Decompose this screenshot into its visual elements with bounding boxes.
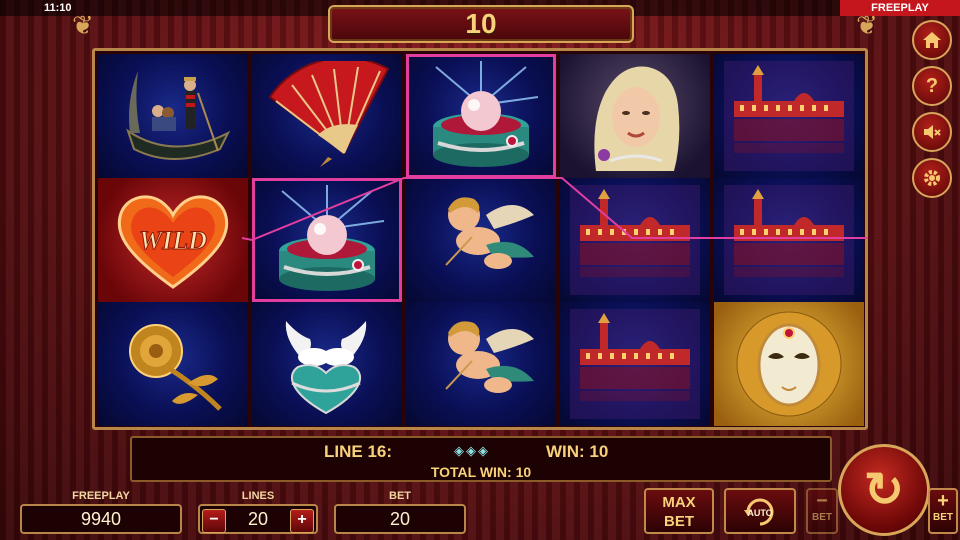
reel-cell <box>560 54 710 178</box>
reel-cell <box>714 54 864 178</box>
ornament-icon: ❦ <box>856 10 878 40</box>
golden-rose-icon <box>129 324 222 411</box>
reel-cell <box>98 54 248 178</box>
lines-control: 20 − + <box>198 504 318 534</box>
doves-box-icon <box>285 321 367 415</box>
sound-button[interactable] <box>912 112 952 152</box>
cupid-icon <box>445 197 534 269</box>
clock: 11:10 <box>44 2 72 14</box>
plus-icon: + <box>937 490 949 512</box>
bet-decrease-button[interactable]: − BET <box>806 488 838 534</box>
reel-5 <box>714 54 864 426</box>
reel-2 <box>252 54 402 426</box>
help-icon: ? <box>925 74 939 97</box>
reel-area: WILD <box>92 48 868 430</box>
reel-cell <box>252 54 402 178</box>
carnival-mask-icon <box>736 311 842 417</box>
win-info-bar: LINE 16: ◈◈◈ WIN: 10 TOTAL WIN: 10 <box>130 436 832 482</box>
autoplay-button[interactable]: AUTO <box>724 488 796 534</box>
pearl-box-icon <box>433 61 539 167</box>
reel-cell <box>714 178 864 302</box>
reel-cell <box>714 302 864 426</box>
help-button[interactable]: ? <box>912 66 952 106</box>
line-win-label: WIN: 10 <box>546 442 609 461</box>
lines-label: LINES <box>241 490 275 502</box>
pearl-box-icon <box>279 185 385 291</box>
venice-palace-icon <box>724 61 854 171</box>
max-bet-button[interactable]: MAX BET <box>644 488 714 534</box>
spin-button[interactable]: ↻ <box>838 444 930 536</box>
venice-palace-icon <box>724 185 854 295</box>
lines-minus-button[interactable]: − <box>202 509 226 533</box>
wild-text: WILD <box>139 226 207 255</box>
minus-icon: − <box>816 490 828 512</box>
home-button[interactable] <box>912 20 952 60</box>
settings-button[interactable] <box>912 158 952 198</box>
reel-cell <box>98 302 248 426</box>
reel-4 <box>560 54 710 426</box>
spin-icon: ↻ <box>863 464 905 517</box>
max-bet-label-line1: MAX <box>662 494 696 511</box>
reel-cell: WILD <box>98 178 248 302</box>
reel-cell <box>406 54 556 178</box>
reel-cell <box>406 302 556 426</box>
lady-portrait-icon <box>594 66 680 171</box>
win-display: 10 <box>328 5 634 43</box>
pearl-box-icon: ◈◈◈ <box>454 443 490 458</box>
freeplay-label: FREEPLAY <box>72 490 130 502</box>
venice-palace-icon <box>570 309 700 419</box>
gear-icon <box>924 170 940 186</box>
win-line-row: LINE 16: ◈◈◈ WIN: 10 <box>132 442 830 462</box>
reel-cell <box>406 178 556 302</box>
lines-plus-button[interactable]: + <box>290 509 314 533</box>
reel-cell <box>252 302 402 426</box>
freeplay-balance: 9940 <box>20 504 182 534</box>
reel-3 <box>406 54 556 426</box>
sound-muted-icon <box>924 125 941 139</box>
bet-decrease-label: BET <box>812 512 832 523</box>
bet-increase-label: BET <box>933 512 953 523</box>
lines-value: 20 <box>247 509 269 529</box>
reel-cell <box>252 178 402 302</box>
wild-heart-icon: WILD <box>117 195 229 289</box>
venice-palace-icon <box>570 185 700 295</box>
home-icon <box>923 32 941 48</box>
bet-value: 20 <box>334 504 466 534</box>
line-number-label: LINE 16: <box>324 442 393 461</box>
total-win-label: TOTAL WIN: 10 <box>430 464 532 480</box>
bet-increase-button[interactable]: + BET <box>928 488 958 534</box>
cupid-icon <box>445 321 534 393</box>
side-menu: ? <box>912 20 952 204</box>
red-fan-icon <box>268 61 390 167</box>
autoplay-icon: AUTO <box>744 498 774 526</box>
ornament-icon: ❦ <box>72 10 94 40</box>
reel-cell <box>560 178 710 302</box>
max-bet-label-line2: BET <box>664 513 694 530</box>
autoplay-label: AUTO <box>747 508 772 518</box>
reel-1: WILD <box>98 54 248 426</box>
gondola-icon <box>126 71 231 160</box>
reel-cell <box>560 302 710 426</box>
bet-label: BET <box>389 490 411 502</box>
